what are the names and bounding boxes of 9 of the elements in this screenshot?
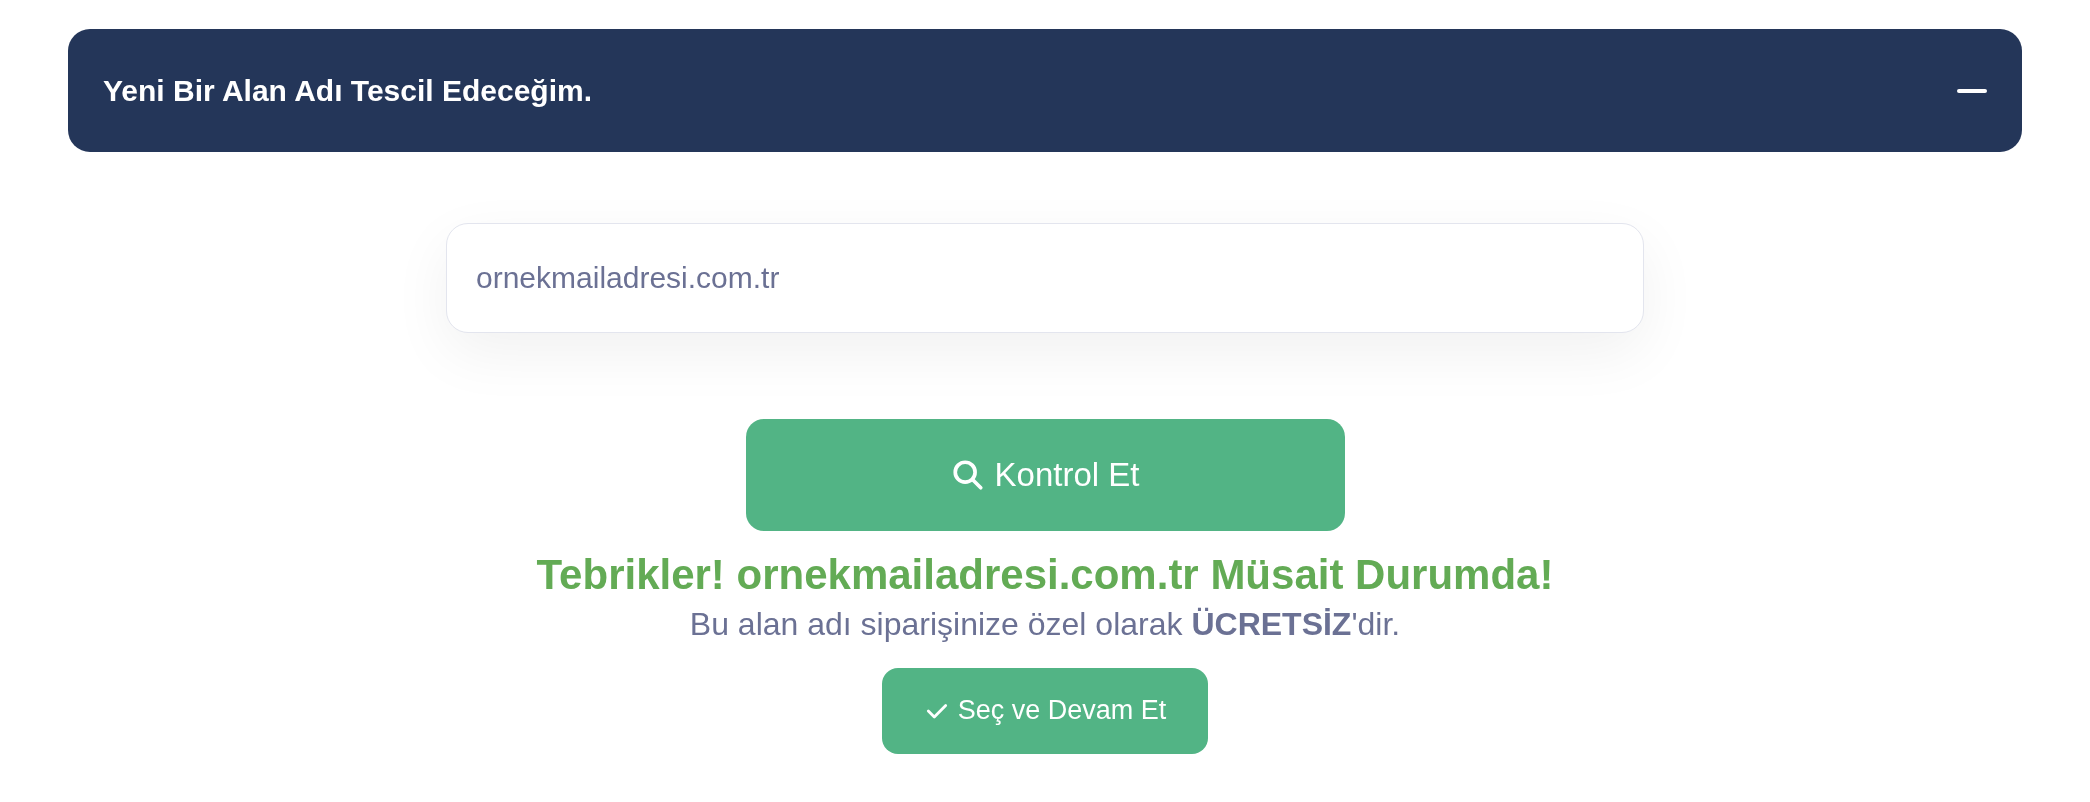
search-button[interactable]: Kontrol Et: [745, 419, 1345, 531]
accordion-title: Yeni Bir Alan Adı Tescil Edeceğim.: [103, 73, 593, 109]
price-note: Bu alan adı siparişinize özel olarak ÜCRETSİZ'dir.: [689, 604, 1401, 644]
select-continue-button[interactable]: Seç ve Devam Et: [882, 667, 1208, 754]
domain-input-field[interactable]: ornekmailadresi.com.tr: [446, 223, 1644, 333]
collapse-icon[interactable]: [1957, 88, 1987, 93]
accordion-header[interactable]: Yeni Bir Alan Adı Tescil Edeceğim.: [68, 29, 2022, 152]
search-icon: [950, 458, 985, 492]
availability-title: Tebrikler! ornekmailadresi.com.tr Müsait Durumda!: [536, 550, 1554, 600]
